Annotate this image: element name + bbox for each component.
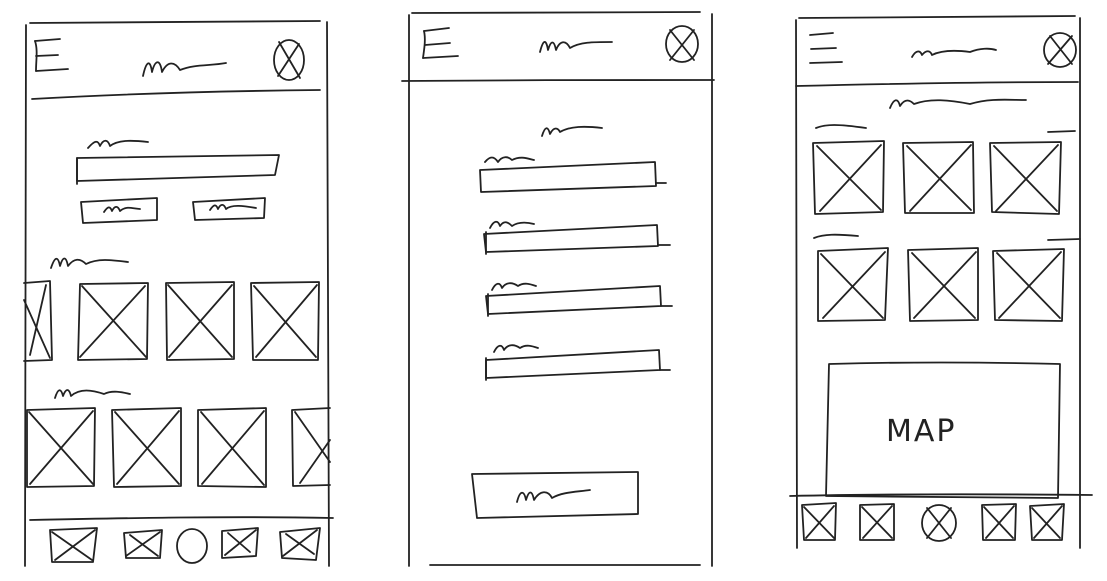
results-grid-row-2 [817,247,1065,322]
section-label-1 [50,257,129,269]
text-input[interactable] [483,224,659,253]
image-placeholder-icon[interactable] [111,407,182,488]
thumbnail-row-1 [23,280,320,362]
map-panel[interactable]: MAP [825,361,1061,499]
image-placeholder-icon[interactable] [902,141,975,214]
phone-frame-top [411,11,701,14]
header-title [539,41,613,53]
nav-icon[interactable] [1029,503,1065,541]
header-title [142,61,227,77]
nav-home-icon[interactable] [176,528,208,564]
row-label-left [813,233,859,239]
image-placeholder-icon[interactable] [812,140,885,215]
nav-icon[interactable] [859,503,895,541]
wireframe-sketch: MAP [23,11,1093,567]
bottom-nav-divider [789,493,1093,497]
section-label-2 [54,389,131,399]
text-input[interactable] [485,349,661,379]
nav-icon[interactable] [279,527,321,561]
form-title [541,125,603,137]
hamburger-menu-icon[interactable] [34,38,69,72]
header-divider [795,81,1079,87]
header-bar [401,25,715,82]
field-label [493,344,539,353]
filter-button-2[interactable] [192,197,266,221]
form-field-3 [485,282,673,317]
row-label-right [1047,238,1081,241]
bottom-nav [49,527,321,564]
row-label-left [815,124,867,129]
search-input[interactable] [76,154,280,182]
form-field-2 [483,220,671,255]
phone-screen-home [23,20,334,567]
nav-icon[interactable] [221,527,259,559]
image-placeholder-icon[interactable] [817,247,889,322]
image-placeholder-icon[interactable] [907,247,979,322]
field-label [484,156,535,163]
nav-home-icon[interactable] [921,504,957,542]
thumbnail-row-2 [26,407,331,488]
image-placeholder-icon[interactable] [26,407,96,488]
row-label-right [1047,130,1076,133]
nav-icon[interactable] [801,502,837,541]
text-input[interactable] [485,285,662,315]
image-placeholder-icon[interactable] [992,248,1065,322]
phone-frame-left [24,24,27,567]
nav-icon[interactable] [49,527,98,563]
image-placeholder-icon[interactable] [77,282,149,361]
phone-frame-left [795,19,798,549]
header-divider [401,79,715,82]
form-field-1 [479,156,667,193]
submit-button[interactable] [471,471,639,519]
search-section [76,139,280,185]
phone-frame-top [29,20,321,24]
phone-screen-results: MAP [789,15,1093,549]
avatar-icon[interactable] [1043,32,1077,68]
nav-icon[interactable] [981,503,1017,541]
filter-button-1[interactable] [80,197,158,224]
bottom-nav [801,502,1065,542]
form-field-4 [485,344,671,381]
image-placeholder-icon[interactable] [989,141,1062,215]
image-placeholder-icon[interactable] [23,280,53,362]
phone-screen-form [401,11,715,567]
map-label: MAP [886,414,957,449]
nav-icon[interactable] [123,529,163,559]
field-label [491,282,537,291]
field-label [489,220,535,229]
results-title [889,98,1027,109]
avatar-icon[interactable] [273,39,305,81]
header-bar [31,38,321,100]
hamburger-menu-icon[interactable] [422,27,459,59]
image-placeholder-icon[interactable] [165,281,235,361]
bottom-nav-divider [29,516,334,521]
text-input[interactable] [479,161,657,193]
avatar-icon[interactable] [665,25,699,63]
image-placeholder-icon[interactable] [250,281,320,361]
image-placeholder-icon[interactable] [291,407,331,487]
image-placeholder-icon[interactable] [197,407,267,488]
header-title [911,47,997,58]
submit-button-label [516,489,591,503]
hamburger-menu-icon[interactable] [809,32,843,64]
header-bar [795,32,1079,87]
phone-frame-top [798,15,1076,19]
filter-buttons [80,197,266,224]
results-grid-row-1 [812,140,1062,215]
header-divider [31,89,321,100]
search-label [87,139,149,149]
